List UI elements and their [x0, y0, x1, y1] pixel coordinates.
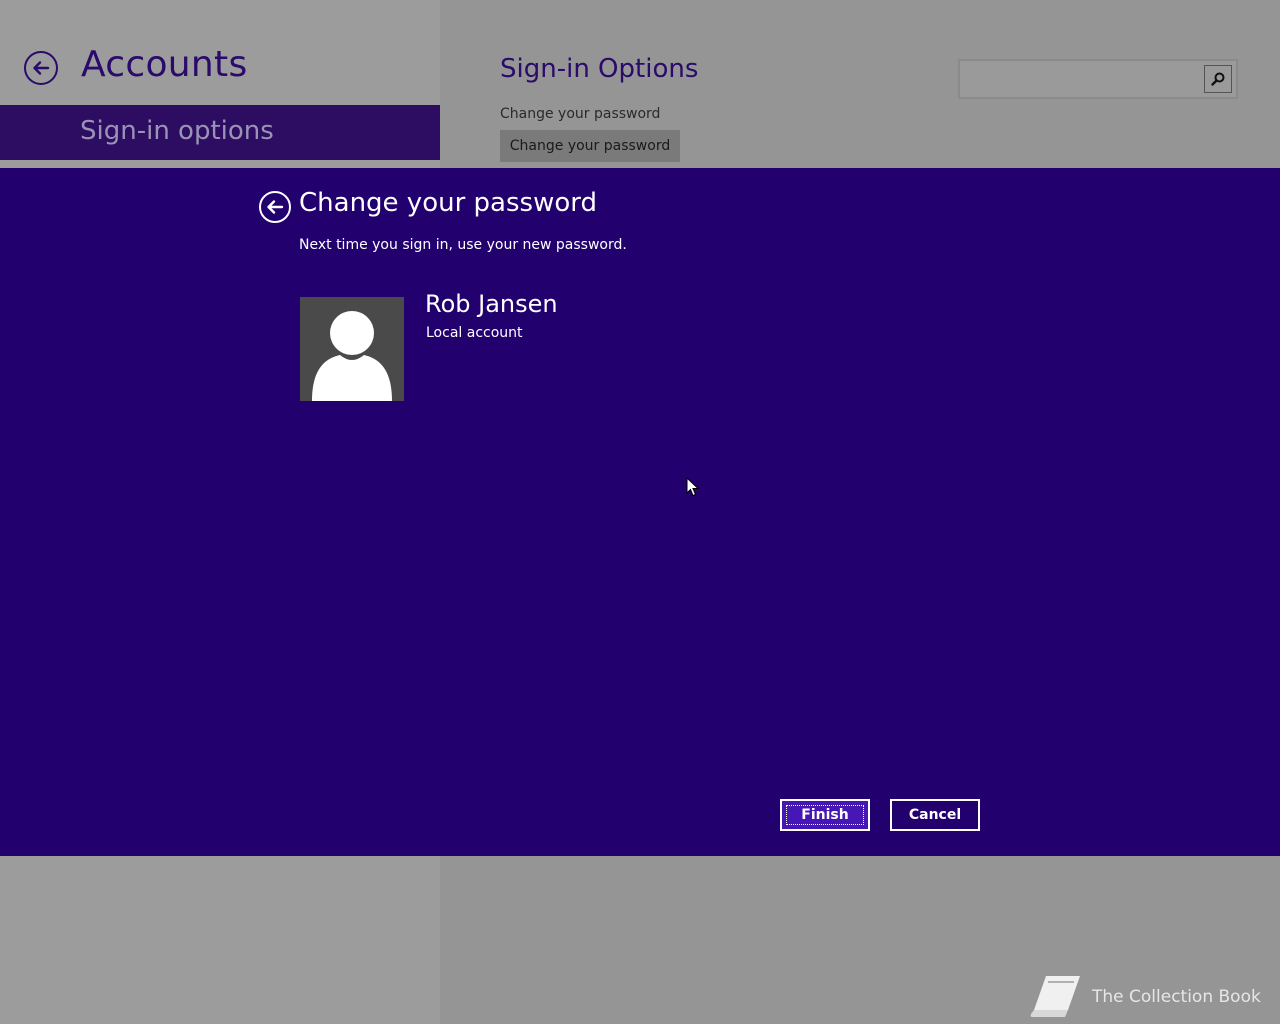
- mouse-pointer-icon: [686, 476, 700, 501]
- watermark-text: The Collection Book: [1092, 987, 1261, 1007]
- finish-button[interactable]: Finish: [780, 799, 870, 831]
- nav-item-sign-in-options[interactable]: Sign-in options: [0, 105, 440, 160]
- back-arrow-icon: [33, 61, 50, 75]
- dialog-subtitle: Next time you sign in, use your new pass…: [299, 237, 627, 253]
- back-arrow-icon: [267, 200, 284, 214]
- change-password-button[interactable]: Change your password: [500, 130, 680, 162]
- avatar: [300, 297, 404, 401]
- app-back-button[interactable]: [24, 51, 58, 85]
- user-silhouette-icon: [312, 311, 392, 401]
- book-icon: [1030, 976, 1080, 1017]
- nav-item-label: Sign-in options: [80, 116, 274, 146]
- section-caption: Change your password: [500, 106, 661, 122]
- user-name: Rob Jansen: [425, 290, 558, 318]
- search-input[interactable]: [960, 61, 1200, 97]
- search-box: [958, 59, 1238, 99]
- search-icon: [1211, 72, 1225, 86]
- search-button[interactable]: [1204, 65, 1232, 93]
- dialog-back-button[interactable]: [259, 191, 291, 223]
- settings-screen: Accounts Sign-in options Sign-in Options…: [0, 0, 1280, 1024]
- section-title: Sign-in Options: [500, 54, 699, 84]
- change-password-dialog: Change your password Next time you sign …: [0, 168, 1280, 856]
- app-title: Accounts: [81, 44, 248, 85]
- account-type: Local account: [426, 325, 523, 341]
- dialog-title: Change your password: [299, 188, 597, 218]
- cancel-button[interactable]: Cancel: [890, 799, 980, 831]
- watermark: The Collection Book: [1030, 974, 1261, 1020]
